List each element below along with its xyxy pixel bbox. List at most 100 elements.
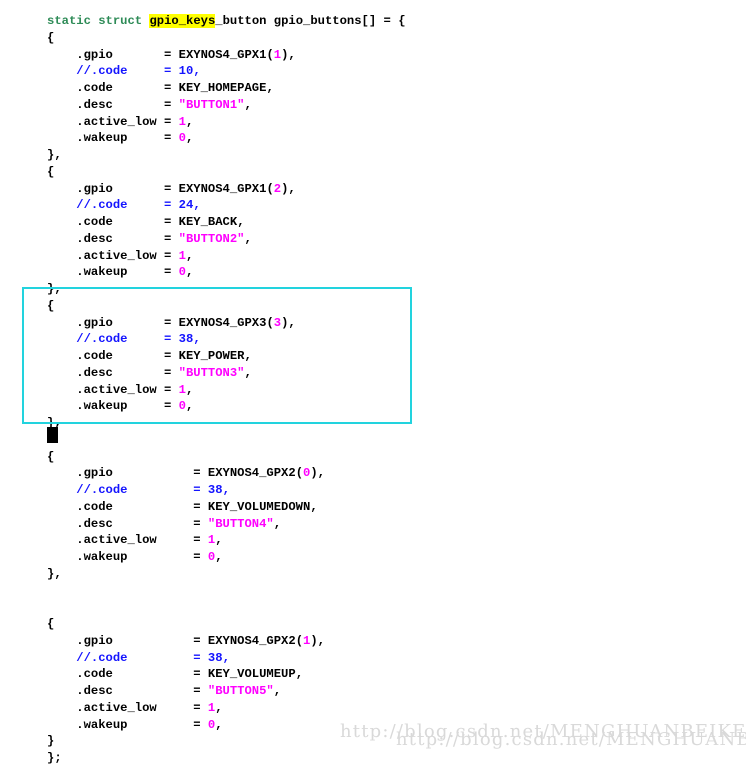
field-desc-label: .desc bbox=[76, 365, 113, 380]
code-line: { bbox=[47, 449, 55, 464]
code-line: .code = KEY_VOLUMEUP, bbox=[76, 667, 304, 682]
field-code-label: .code bbox=[76, 667, 113, 682]
commented-code-value-3: 38 bbox=[178, 332, 194, 347]
type-suffix: _button bbox=[215, 14, 267, 29]
wakeup-value-3: 0 bbox=[178, 399, 186, 414]
code-line: }, bbox=[47, 416, 62, 431]
field-commented-code-label: //.code bbox=[76, 198, 128, 213]
code-line: .code = KEY_HOMEPAGE, bbox=[76, 81, 274, 96]
field-desc-label: .desc bbox=[76, 516, 113, 531]
desc-value-1: "BUTTON1" bbox=[178, 97, 245, 112]
field-commented-code-label: //.code bbox=[76, 483, 128, 498]
field-gpio-label: .gpio bbox=[76, 633, 113, 648]
field-active-low-label: .active_low bbox=[76, 700, 157, 715]
active-low-value-4: 1 bbox=[207, 533, 216, 548]
code-line: .gpio = EXYNOS4_GPX2(0), bbox=[76, 466, 325, 481]
assign-operator: = bbox=[383, 14, 391, 29]
gpio-pin-2: 2 bbox=[273, 181, 282, 196]
gpio-port-3: EXYNOS4_GPX3 bbox=[178, 315, 267, 330]
field-desc-label: .desc bbox=[76, 231, 113, 246]
commented-code-value-4: 38 bbox=[207, 483, 223, 498]
active-low-value-3: 1 bbox=[178, 382, 186, 397]
field-gpio-label: .gpio bbox=[76, 315, 113, 330]
gpio-pin-4: 0 bbox=[303, 466, 311, 481]
field-code-label: .code bbox=[76, 349, 113, 364]
active-low-value-2: 1 bbox=[178, 248, 186, 263]
code-line: }, bbox=[47, 282, 62, 297]
code-line: { bbox=[47, 617, 55, 632]
code-line: .wakeup = 0, bbox=[76, 131, 194, 146]
code-line: { bbox=[47, 298, 55, 313]
active-low-value-5: 1 bbox=[207, 700, 216, 715]
wakeup-value-1: 0 bbox=[178, 131, 186, 146]
gpio-port-5: EXYNOS4_GPX2 bbox=[207, 633, 296, 648]
code-line: .desc = "BUTTON1", bbox=[76, 97, 252, 112]
field-gpio-label: .gpio bbox=[76, 47, 113, 62]
code-line: .active_low = 1, bbox=[76, 700, 223, 715]
code-line: .code = KEY_POWER, bbox=[76, 349, 252, 364]
commented-code-value-2: 24 bbox=[178, 198, 194, 213]
code-line-comment: //.code = 24, bbox=[76, 198, 201, 213]
code-line: .gpio = EXYNOS4_GPX1(1), bbox=[76, 47, 296, 62]
code-value-5: KEY_VOLUMEUP bbox=[207, 667, 296, 682]
code-line: .active_low = 1, bbox=[76, 533, 223, 548]
code-line: .gpio = EXYNOS4_GPX3(3), bbox=[76, 315, 296, 330]
field-commented-code-label: //.code bbox=[76, 64, 128, 79]
field-wakeup-label: .wakeup bbox=[76, 131, 128, 146]
code-line-comment: //.code = 10, bbox=[76, 64, 201, 79]
active-low-value-1: 1 bbox=[178, 114, 186, 129]
field-commented-code-label: //.code bbox=[76, 332, 128, 347]
code-line: { bbox=[47, 164, 55, 179]
code-line: .wakeup = 0, bbox=[76, 550, 223, 565]
desc-value-3: "BUTTON3" bbox=[178, 365, 245, 380]
field-commented-code-label: //.code bbox=[76, 650, 128, 665]
code-line: .desc = "BUTTON2", bbox=[76, 231, 252, 246]
code-line: static struct gpio_keys_button gpio_butt… bbox=[47, 13, 406, 30]
code-line: { bbox=[47, 30, 55, 45]
code-editor-surface: static struct gpio_keys_button gpio_butt… bbox=[0, 0, 746, 765]
keyword-static: static bbox=[47, 14, 91, 29]
wakeup-value-2: 0 bbox=[178, 265, 186, 280]
watermark-url-lower: http://blog.csdn.net/MENGHUANBEIKE bbox=[396, 729, 746, 750]
field-desc-label: .desc bbox=[76, 684, 113, 699]
code-line: }, bbox=[47, 148, 62, 163]
code-line: } bbox=[47, 734, 55, 749]
code-line: .desc = "BUTTON4", bbox=[76, 516, 282, 531]
commented-code-value-5: 38 bbox=[207, 650, 223, 665]
field-code-label: .code bbox=[76, 81, 113, 96]
search-highlight-gpio-keys[interactable]: gpio_keys bbox=[149, 14, 216, 29]
code-line: .desc = "BUTTON3", bbox=[76, 365, 252, 380]
text-cursor-block bbox=[47, 427, 58, 443]
code-line: .code = KEY_VOLUMEDOWN, bbox=[76, 499, 318, 514]
desc-value-4: "BUTTON4" bbox=[207, 516, 274, 531]
code-line: .active_low = 1, bbox=[76, 114, 194, 129]
open-brace: { bbox=[398, 14, 406, 29]
code-line: .active_low = 1, bbox=[76, 382, 194, 397]
commented-code-value-1: 10 bbox=[178, 64, 194, 79]
field-wakeup-label: .wakeup bbox=[76, 399, 128, 414]
field-code-label: .code bbox=[76, 215, 113, 230]
code-line: .wakeup = 0, bbox=[76, 265, 194, 280]
desc-value-5: "BUTTON5" bbox=[207, 684, 274, 699]
wakeup-value-4: 0 bbox=[207, 550, 216, 565]
code-line: .active_low = 1, bbox=[76, 248, 194, 263]
code-line: .desc = "BUTTON5", bbox=[76, 684, 282, 699]
keyword-struct: struct bbox=[98, 14, 143, 29]
code-line: .gpio = EXYNOS4_GPX1(2), bbox=[76, 181, 296, 196]
code-value-4: KEY_VOLUMEDOWN bbox=[207, 499, 311, 514]
gpio-port-2: EXYNOS4_GPX1 bbox=[178, 181, 267, 196]
field-gpio-label: .gpio bbox=[76, 181, 113, 196]
code-line: .wakeup = 0, bbox=[76, 399, 194, 414]
code-line: }; bbox=[47, 751, 62, 766]
source-code-listing[interactable]: static struct gpio_keys_button gpio_butt… bbox=[47, 13, 406, 767]
code-value-3: KEY_POWER bbox=[178, 349, 245, 364]
field-wakeup-label: .wakeup bbox=[76, 550, 128, 565]
gpio-pin-5: 1 bbox=[303, 633, 311, 648]
field-active-low-label: .active_low bbox=[76, 382, 157, 397]
code-line-comment: //.code = 38, bbox=[76, 650, 230, 665]
wakeup-value-5: 0 bbox=[207, 717, 216, 732]
code-line-comment: //.code = 38, bbox=[76, 332, 201, 347]
